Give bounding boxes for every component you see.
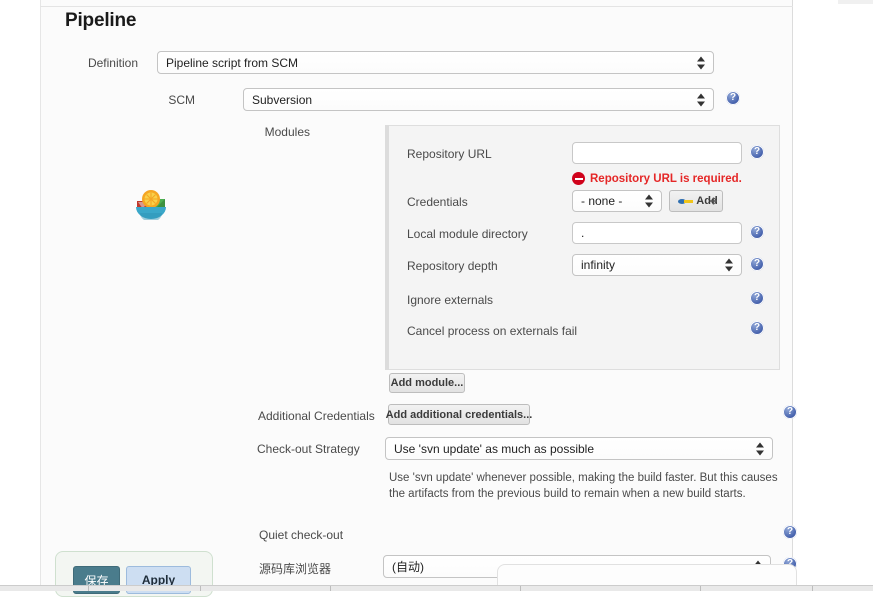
- chevron-updown-icon: [725, 258, 734, 273]
- repository-depth-help-icon[interactable]: ?: [750, 257, 764, 271]
- local-module-directory-value: .: [581, 226, 585, 240]
- local-module-directory-label: Local module directory: [407, 227, 528, 241]
- checkout-strategy-select[interactable]: Use 'svn update' as much as possible: [385, 437, 773, 460]
- local-module-directory-input[interactable]: .: [572, 222, 742, 244]
- definition-select[interactable]: Pipeline script from SCM: [157, 51, 714, 74]
- repository-depth-select[interactable]: infinity: [572, 254, 742, 276]
- repository-url-error: Repository URL is required.: [572, 172, 742, 185]
- top-divider: [40, 6, 793, 7]
- left-gutter: [0, 0, 40, 591]
- repository-url-input[interactable]: [572, 142, 742, 164]
- error-icon: [572, 172, 585, 185]
- credentials-select-value: - none -: [581, 194, 623, 208]
- scm-label: SCM: [168, 93, 195, 107]
- bottom-cutoff-strip: [0, 585, 873, 591]
- key-icon: [678, 197, 694, 206]
- checkout-strategy-label: Check-out Strategy: [257, 442, 360, 456]
- repository-url-error-text: Repository URL is required.: [590, 172, 742, 185]
- local-module-directory-help-icon[interactable]: ?: [750, 225, 764, 239]
- credentials-select[interactable]: - none -: [572, 190, 662, 212]
- repository-url-help-icon[interactable]: ?: [750, 145, 764, 159]
- repository-browser-label: 源码库浏览器: [259, 562, 332, 576]
- scm-select-value: Subversion: [252, 92, 313, 107]
- quiet-checkout-label[interactable]: Quiet check-out: [259, 528, 379, 542]
- chevron-updown-icon: [645, 194, 654, 209]
- chevron-updown-icon: [697, 92, 706, 107]
- add-additional-credentials-button-label: Add additional credentials...: [385, 408, 533, 421]
- right-gutter: [794, 0, 873, 591]
- repository-browser-value: (自动): [392, 559, 424, 574]
- top-right-nub: [838, 0, 873, 4]
- modules-panel-accent-bar: [385, 125, 389, 370]
- definition-select-value: Pipeline script from SCM: [166, 55, 299, 70]
- ignore-externals-help-icon[interactable]: ?: [750, 291, 764, 305]
- cancel-process-on-externals-fail-label[interactable]: Cancel process on externals fail: [407, 324, 707, 338]
- scm-help-icon[interactable]: ?: [726, 91, 740, 105]
- ignore-externals-label[interactable]: Ignore externals: [407, 293, 657, 307]
- page-root: Pipeline Definition Pipeline script from…: [0, 0, 873, 597]
- additional-credentials-label: Additional Credentials: [258, 409, 375, 423]
- credentials-label: Credentials: [407, 195, 468, 209]
- checkout-strategy-value: Use 'svn update' as much as possible: [394, 441, 595, 456]
- scm-select[interactable]: Subversion: [243, 88, 714, 111]
- chevron-updown-icon: [756, 441, 765, 456]
- additional-credentials-help-icon[interactable]: ?: [783, 405, 797, 419]
- modules-label: Modules: [264, 125, 310, 139]
- add-module-button-label: Add module...: [390, 377, 464, 389]
- chevron-updown-icon: [697, 55, 706, 70]
- repository-url-label: Repository URL: [407, 147, 492, 161]
- cancel-process-help-icon[interactable]: ?: [750, 321, 764, 335]
- repository-depth-label: Repository depth: [407, 259, 498, 273]
- fruit-bowl-icon: [133, 186, 169, 222]
- repository-depth-value: infinity: [581, 258, 616, 272]
- add-additional-credentials-button[interactable]: Add additional credentials...: [385, 404, 533, 425]
- add-module-button[interactable]: Add module...: [389, 373, 465, 393]
- page-title: Pipeline: [65, 10, 137, 31]
- add-credentials-button[interactable]: Add: [669, 190, 723, 212]
- quiet-checkout-help-icon[interactable]: ?: [783, 525, 797, 539]
- definition-label: Definition: [87, 56, 138, 70]
- checkout-strategy-description: Use 'svn update' whenever possible, maki…: [389, 472, 778, 500]
